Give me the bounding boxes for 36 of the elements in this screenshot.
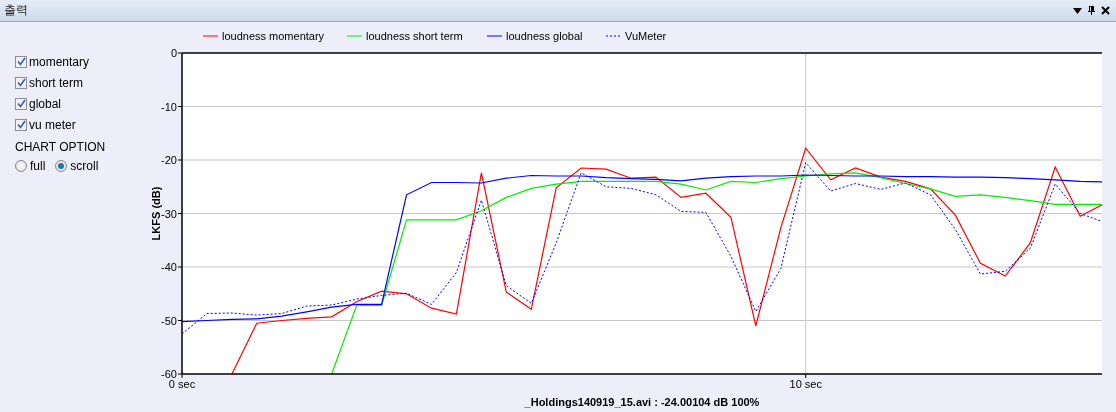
axis-tick-label: 0 sec xyxy=(168,378,196,390)
pin-icon[interactable] xyxy=(1088,6,1095,15)
axis-tick-label: -20 xyxy=(161,154,177,166)
legend-label: loudness short term xyxy=(366,30,463,42)
axis-title: _Holdings140919_15.avi : -24.00104 dB 100% xyxy=(524,396,760,408)
radio-label[interactable]: scroll xyxy=(70,159,99,173)
caret-down-icon[interactable] xyxy=(1073,7,1082,14)
checkbox[interactable] xyxy=(15,97,27,110)
axis-tick-label: -50 xyxy=(161,314,177,327)
checkbox[interactable] xyxy=(15,76,27,89)
axis-tick-label: 0 xyxy=(170,47,177,59)
legend-item: loudness global xyxy=(486,30,583,42)
close-icon[interactable] xyxy=(1101,6,1110,15)
axis-tick-label: 10 sec xyxy=(789,378,822,390)
axis-title: LKFS (dB) xyxy=(150,186,162,241)
checkbox-label[interactable]: short term xyxy=(29,75,83,90)
legend-item: VuMeter xyxy=(605,30,667,42)
axis-tick-label: -40 xyxy=(161,261,177,273)
radio-button[interactable] xyxy=(55,160,68,172)
legend-item: loudness momentary xyxy=(202,30,325,42)
radio-button[interactable] xyxy=(15,160,27,172)
legend-item: loudness short term xyxy=(346,30,463,42)
legend-label: VuMeter xyxy=(625,30,667,42)
axis-tick-label: -30 xyxy=(161,207,177,220)
checkbox-label[interactable]: vu meter xyxy=(29,117,76,132)
checkbox[interactable] xyxy=(15,55,27,68)
axis-tick-label: -10 xyxy=(161,100,177,113)
axis-tick-label: -60 xyxy=(161,368,177,380)
window-title: 출력 xyxy=(4,2,28,19)
checkbox-label[interactable]: global xyxy=(29,96,62,111)
checkbox-label[interactable]: momentary xyxy=(29,54,90,69)
legend-label: loudness momentary xyxy=(222,30,325,42)
radio-label[interactable]: full xyxy=(30,159,46,173)
checkbox[interactable] xyxy=(15,118,27,131)
section-label: CHART OPTION xyxy=(15,140,106,154)
legend-label: loudness global xyxy=(506,30,583,42)
